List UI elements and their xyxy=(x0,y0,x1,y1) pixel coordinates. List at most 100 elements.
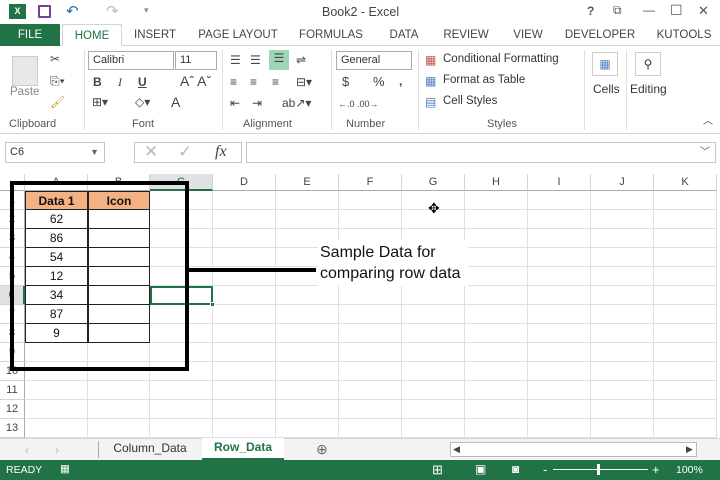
cell-K2[interactable] xyxy=(654,210,717,229)
cell-G6[interactable] xyxy=(402,286,465,305)
page-break-view-icon[interactable]: ◙ xyxy=(512,462,519,476)
cell-C13[interactable] xyxy=(150,419,213,438)
column-header-f[interactable]: F xyxy=(339,174,402,191)
cell-D6[interactable] xyxy=(213,286,276,305)
cell-E6[interactable] xyxy=(276,286,339,305)
insert-function-button[interactable]: fx xyxy=(215,144,227,160)
cell-D10[interactable] xyxy=(213,362,276,381)
row-header-13[interactable]: 13 xyxy=(0,419,25,438)
scroll-left-icon[interactable]: ‹ xyxy=(25,442,29,458)
cell-K1[interactable] xyxy=(654,191,717,210)
cell-K5[interactable] xyxy=(654,267,717,286)
cell-F13[interactable] xyxy=(339,419,402,438)
help-icon[interactable]: ? xyxy=(587,4,594,18)
zoom-in-button[interactable]: + xyxy=(652,462,660,477)
wrap-text-icon[interactable]: ⇌ xyxy=(296,52,306,68)
bottom-align-icon[interactable]: ☰ xyxy=(269,50,289,70)
cell-F10[interactable] xyxy=(339,362,402,381)
decrease-indent-icon[interactable]: ⇤ xyxy=(230,95,240,111)
cell-D2[interactable] xyxy=(213,210,276,229)
cell-E8[interactable] xyxy=(276,324,339,343)
cell-E13[interactable] xyxy=(276,419,339,438)
cell-E1[interactable] xyxy=(276,191,339,210)
column-header-i[interactable]: I xyxy=(528,174,591,191)
cell-H11[interactable] xyxy=(465,381,528,400)
cell-J5[interactable] xyxy=(591,267,654,286)
cell-K10[interactable] xyxy=(654,362,717,381)
cell-G9[interactable] xyxy=(402,343,465,362)
cell-E12[interactable] xyxy=(276,400,339,419)
name-box-dropdown-icon[interactable]: ▼ xyxy=(90,144,99,160)
cell-K3[interactable] xyxy=(654,229,717,248)
cell-F12[interactable] xyxy=(339,400,402,419)
cell-I3[interactable] xyxy=(528,229,591,248)
cell-I6[interactable] xyxy=(528,286,591,305)
cell-J8[interactable] xyxy=(591,324,654,343)
cell-D1[interactable] xyxy=(213,191,276,210)
macro-record-icon[interactable]: ▦ xyxy=(60,463,70,475)
percent-button[interactable]: % xyxy=(373,74,385,90)
hscroll-right-icon[interactable]: ▶ xyxy=(686,441,693,457)
formula-input[interactable] xyxy=(246,142,716,163)
cell-J7[interactable] xyxy=(591,305,654,324)
tab-file[interactable]: FILE xyxy=(0,24,60,46)
hscroll-left-icon[interactable]: ◀ xyxy=(453,441,460,457)
cell-B11[interactable] xyxy=(88,381,150,400)
cell-J1[interactable] xyxy=(591,191,654,210)
cell-I5[interactable] xyxy=(528,267,591,286)
cell-H3[interactable] xyxy=(465,229,528,248)
tab-home[interactable]: HOME xyxy=(62,24,122,46)
cell-J10[interactable] xyxy=(591,362,654,381)
save-icon[interactable] xyxy=(38,5,51,18)
merge-center-icon[interactable]: ⊟▾ xyxy=(296,74,312,90)
font-grow-icon[interactable]: Aˆ Aˇ xyxy=(180,73,211,89)
cell-C12[interactable] xyxy=(150,400,213,419)
cell-I4[interactable] xyxy=(528,248,591,267)
borders-icon[interactable]: ⊞▾ xyxy=(92,94,108,110)
paste-icon[interactable] xyxy=(12,56,38,86)
cancel-icon[interactable]: ✕ xyxy=(144,143,158,160)
cell-K7[interactable] xyxy=(654,305,717,324)
cell-E2[interactable] xyxy=(276,210,339,229)
fill-color-icon[interactable]: ◇▾ xyxy=(135,94,150,110)
cell-I8[interactable] xyxy=(528,324,591,343)
row-header-12[interactable]: 12 xyxy=(0,400,25,419)
cell-B12[interactable] xyxy=(88,400,150,419)
editing-button[interactable]: Editing xyxy=(630,82,667,96)
cell-F1[interactable] xyxy=(339,191,402,210)
cell-H2[interactable] xyxy=(465,210,528,229)
increase-indent-icon[interactable]: ⇥ xyxy=(252,95,262,111)
cell-D3[interactable] xyxy=(213,229,276,248)
sheet-tab-row-data[interactable]: Row_Data xyxy=(202,438,284,460)
comma-button[interactable]: , xyxy=(399,73,402,89)
cell-H9[interactable] xyxy=(465,343,528,362)
cell-H13[interactable] xyxy=(465,419,528,438)
tab-kutools[interactable]: KUTOOLS xyxy=(654,24,714,46)
cell-G13[interactable] xyxy=(402,419,465,438)
cell-I2[interactable] xyxy=(528,210,591,229)
cell-C11[interactable] xyxy=(150,381,213,400)
cell-J13[interactable] xyxy=(591,419,654,438)
copy-icon[interactable]: ⎘▾ xyxy=(50,73,65,89)
column-header-h[interactable]: H xyxy=(465,174,528,191)
orientation-icon[interactable]: ab↗▾ xyxy=(282,95,311,111)
cell-F8[interactable] xyxy=(339,324,402,343)
cell-D12[interactable] xyxy=(213,400,276,419)
align-left-icon[interactable]: ≡ xyxy=(230,74,237,90)
cell-H10[interactable] xyxy=(465,362,528,381)
cell-D7[interactable] xyxy=(213,305,276,324)
cell-H1[interactable] xyxy=(465,191,528,210)
zoom-slider-thumb[interactable] xyxy=(597,464,600,475)
cell-J4[interactable] xyxy=(591,248,654,267)
cell-G10[interactable] xyxy=(402,362,465,381)
sheet-tab-column-data[interactable]: Column_Data xyxy=(100,439,200,460)
cell-E10[interactable] xyxy=(276,362,339,381)
cell-F6[interactable] xyxy=(339,286,402,305)
tab-formulas[interactable]: FORMULAS xyxy=(296,24,366,46)
cell-I1[interactable] xyxy=(528,191,591,210)
cells-button[interactable]: Cells xyxy=(593,82,620,96)
bold-button[interactable]: B xyxy=(93,74,102,90)
tab-data[interactable]: DATA xyxy=(384,24,424,46)
cell-G12[interactable] xyxy=(402,400,465,419)
scroll-right-icon[interactable]: › xyxy=(55,442,59,458)
